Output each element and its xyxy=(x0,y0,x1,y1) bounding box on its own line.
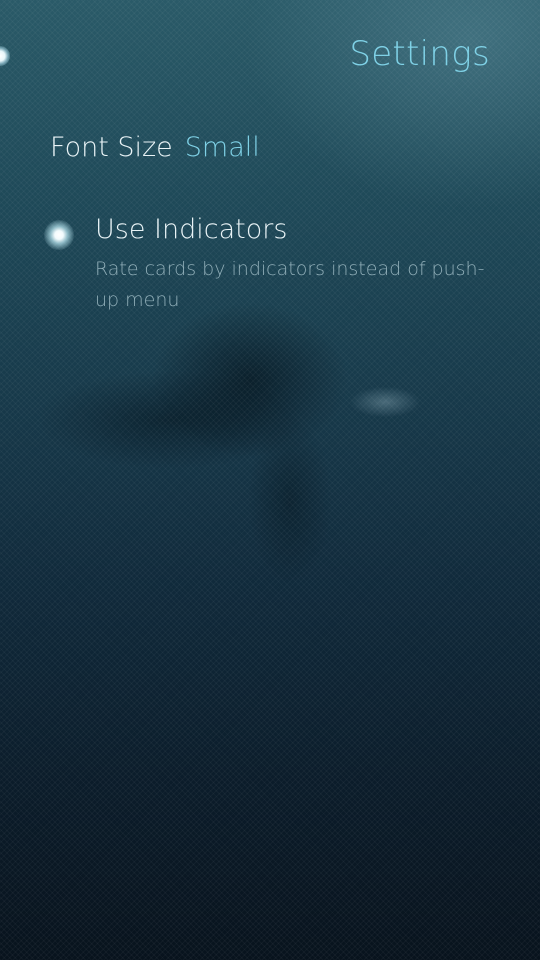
use-indicators-description: Rate cards by indicators instead of push… xyxy=(95,258,485,311)
use-indicators-switch[interactable]: Use Indicators Rate cards by indicators … xyxy=(40,210,500,320)
switch-on-indicator-icon xyxy=(44,220,74,250)
font-size-value: Small xyxy=(184,132,260,163)
settings-page: Settings Font Size Small Use Indicators … xyxy=(0,0,540,960)
use-indicators-label: Use Indicators xyxy=(95,214,288,245)
pulley-menu-indicator-icon xyxy=(0,46,10,66)
font-size-combo[interactable]: Font Size Small xyxy=(50,132,260,163)
page-title: Settings xyxy=(349,34,490,74)
font-size-label: Font Size xyxy=(50,132,173,163)
